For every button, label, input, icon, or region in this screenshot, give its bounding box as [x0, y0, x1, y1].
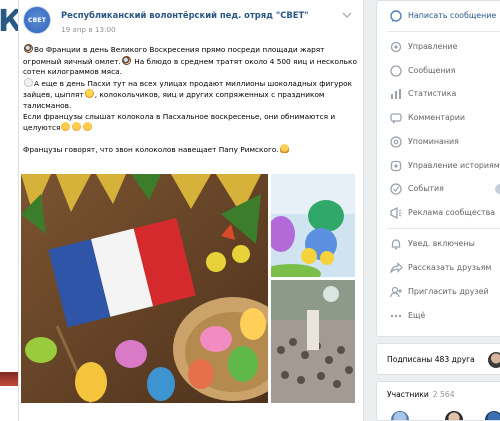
menu-divider: [387, 228, 500, 229]
chevron-down-icon[interactable]: [341, 10, 353, 20]
member-avatar[interactable]: [485, 411, 500, 420]
background-page-edge: К: [0, 0, 18, 421]
community-avatar[interactable]: СВЕТ: [23, 6, 51, 34]
menu-label: Пригласить друзей: [408, 287, 489, 296]
community-actions-menu: Написать сообщение Управление Сообщения …: [376, 0, 500, 337]
mention-icon: [389, 135, 403, 149]
menu-label: Управление историями: [408, 161, 500, 170]
ads-icon: [389, 206, 403, 220]
chick-emoji-icon: [84, 89, 94, 99]
member-avatar[interactable]: [445, 411, 463, 420]
menu-label: События: [408, 184, 444, 193]
share-icon: [389, 261, 403, 275]
square-crowd-photo[interactable]: [271, 280, 355, 403]
post-paragraph-4: Французы говорят, что звон колоколов нав…: [23, 143, 361, 156]
gear-icon: [389, 40, 403, 54]
menu-label: Увед. включены: [408, 239, 475, 248]
members-header[interactable]: Участники 2 564: [387, 390, 455, 399]
post-text-4: Французы говорят, что звон колоколов нав…: [23, 144, 279, 154]
friends-subscribed-card[interactable]: Подписаны 483 друга: [376, 343, 500, 375]
post-paragraph-2: А еще в день Пасхи тут на всех улицах пр…: [23, 77, 361, 112]
background-page-thumbnail: [0, 372, 18, 386]
friend-avatar[interactable]: [488, 352, 500, 368]
magnifier-emoji-icon: [121, 55, 131, 65]
bell-emoji-icon: [279, 143, 289, 153]
menu-item-events[interactable]: События: [377, 179, 500, 199]
stats-icon: [389, 87, 403, 101]
stories-icon: [389, 159, 403, 173]
post-header: СВЕТ Республиканский волонтёрский пед. о…: [19, 0, 363, 42]
menu-label: Комментарии: [408, 113, 466, 122]
menu-item-notifications[interactable]: Увед. включены: [377, 234, 500, 254]
post-text-3: Если французы слышат колокола в Пасхальн…: [23, 111, 336, 133]
menu-divider: [387, 31, 500, 32]
invite-icon: [389, 285, 403, 299]
menu-label: Рассказать друзьям: [408, 263, 492, 272]
more-icon: [389, 309, 403, 323]
members-label: Участники: [387, 390, 429, 399]
menu-item-statistics[interactable]: Статистика: [377, 84, 500, 104]
write-message-button[interactable]: Написать сообщение: [377, 6, 500, 26]
menu-item-ads[interactable]: Реклама сообщества: [377, 203, 500, 223]
menu-label: Статистика: [408, 89, 457, 98]
menu-item-comments[interactable]: Комментарии: [377, 108, 500, 128]
menu-item-messages[interactable]: Сообщения: [377, 61, 500, 81]
bell-icon: [389, 237, 403, 251]
post-date-link[interactable]: 19 апр в 13:00: [61, 25, 116, 34]
message-icon: [389, 9, 403, 23]
members-card: Участники 2 564: [376, 381, 500, 421]
vk-community-page: К СВЕТ Республиканский волонтёрский пед.…: [0, 0, 500, 421]
grin-emoji-icon: [83, 122, 93, 132]
menu-item-invite[interactable]: Пригласить друзей: [377, 282, 500, 302]
events-icon: [389, 182, 403, 196]
menu-item-mentions[interactable]: Упоминания: [377, 132, 500, 152]
comment-icon: [389, 111, 403, 125]
wall-post: СВЕТ Республиканский волонтёрский пед. о…: [18, 0, 364, 421]
post-author-link[interactable]: Республиканский волонтёрский пед. отряд …: [61, 10, 309, 20]
menu-item-share[interactable]: Рассказать друзьям: [377, 258, 500, 278]
easter-decoration-photo[interactable]: [271, 174, 355, 277]
member-avatar[interactable]: [391, 411, 409, 420]
friends-subscribed-label: Подписаны 483 друга: [387, 355, 475, 364]
menu-item-stories[interactable]: Управление историями: [377, 156, 500, 176]
avatar-text: СВЕТ: [28, 16, 46, 24]
members-count: 2 564: [432, 390, 455, 399]
easter-eggs-french-flag-photo[interactable]: [21, 174, 268, 403]
menu-item-manage[interactable]: Управление: [377, 37, 500, 57]
menu-label: Ещё: [408, 311, 426, 320]
post-text: Во Франции в день Великого Воскресения п…: [23, 44, 361, 155]
menu-label: Управление: [408, 42, 458, 51]
post-paragraph-3: Если французы слышат колокола в Пасхальн…: [23, 112, 361, 134]
magnifier-emoji-icon: [24, 44, 33, 53]
menu-label: Написать сообщение: [408, 11, 497, 20]
egg-emoji-icon: [24, 77, 33, 87]
events-toggle[interactable]: [495, 184, 500, 194]
menu-label: Сообщения: [408, 66, 456, 75]
grin-emoji-icon: [61, 122, 71, 132]
menu-item-more[interactable]: Ещё: [377, 306, 500, 326]
menu-label: Упоминания: [408, 137, 459, 146]
chat-icon: [389, 64, 403, 78]
menu-label: Реклама сообщества: [408, 208, 496, 217]
post-paragraph-1: Во Франции в день Великого Воскресения п…: [23, 44, 361, 78]
background-page-letter: К: [0, 4, 18, 39]
grin-emoji-icon: [72, 122, 82, 132]
